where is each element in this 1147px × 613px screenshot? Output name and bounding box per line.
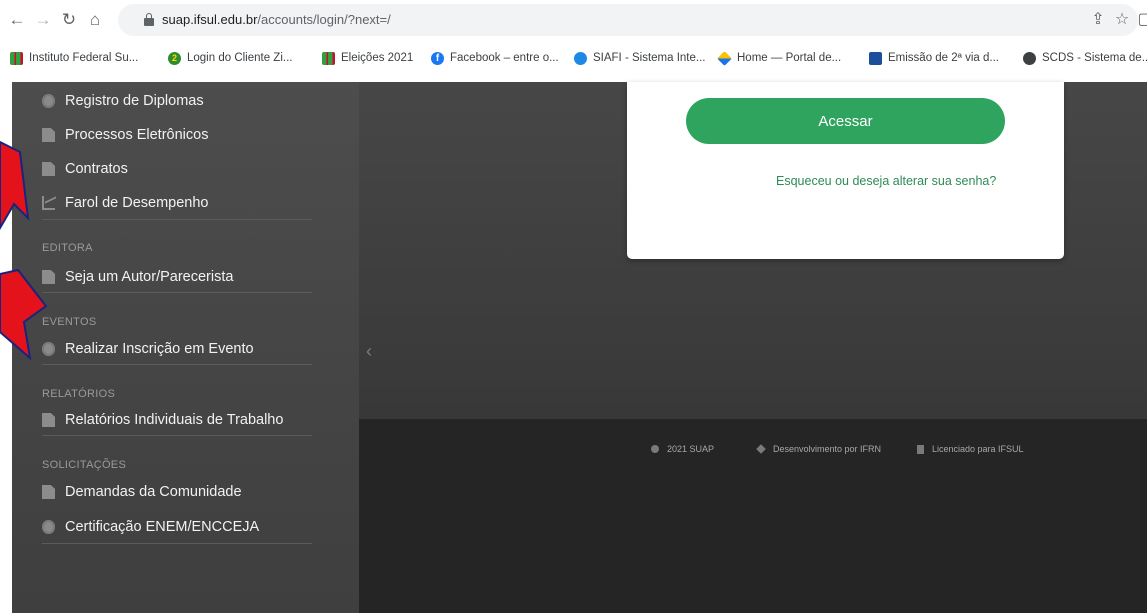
footer-copyright-text: 2021 SUAP bbox=[667, 444, 715, 454]
gov-portal-icon bbox=[717, 50, 732, 66]
sidebar-item-label: Demandas da Comunidade bbox=[65, 484, 242, 500]
sidebar-item[interactable]: Processos Eletrônicos bbox=[42, 118, 312, 152]
home-icon[interactable]: ⌂ bbox=[84, 9, 106, 31]
sidebar-item[interactable]: Farol de Desempenho bbox=[42, 186, 312, 220]
url-text[interactable]: suap.ifsul.edu.br/accounts/login/?next=/ bbox=[162, 12, 391, 27]
globe-icon bbox=[1023, 51, 1036, 65]
bookmark-label: SCDS - Sistema de... bbox=[1042, 52, 1147, 64]
gear-icon bbox=[42, 94, 55, 108]
sidebar-item[interactable]: Contratos bbox=[42, 152, 312, 186]
file-icon bbox=[917, 444, 924, 454]
url-bar[interactable]: suap.ifsul.edu.br/accounts/login/?next=/… bbox=[118, 4, 1138, 36]
sidebar-section-title: SOLICITAÇÕES bbox=[42, 459, 127, 471]
reload-icon[interactable]: ↻ bbox=[58, 9, 80, 31]
red-arrow-icon bbox=[0, 140, 30, 230]
zi-logo-icon: 2 bbox=[168, 51, 181, 65]
bookmark-item[interactable]: Instituto Federal Su... bbox=[10, 48, 138, 68]
sidebar-item-label: Registro de Diplomas bbox=[65, 93, 204, 109]
sidebar-item-label: Realizar Inscrição em Evento bbox=[65, 341, 254, 357]
url-path: /accounts/login/?next=/ bbox=[257, 12, 391, 27]
red-arrow-icon bbox=[0, 268, 48, 361]
copyright-icon bbox=[651, 445, 659, 453]
bookmark-item[interactable]: Eleições 2021 bbox=[322, 48, 413, 68]
document-icon bbox=[42, 413, 55, 427]
bookmark-label: Eleições 2021 bbox=[341, 52, 414, 64]
bookmark-label: Instituto Federal Su... bbox=[29, 52, 139, 64]
sidebar-section-title: EVENTOS bbox=[42, 316, 97, 328]
menu-divider bbox=[42, 292, 312, 293]
footer-license-text: Licenciado para IFSUL bbox=[932, 444, 1024, 454]
sidebar-item-label: Seja um Autor/Parecerista bbox=[65, 269, 234, 285]
document-icon bbox=[42, 128, 55, 142]
acessar-button[interactable]: Acessar bbox=[686, 98, 1005, 144]
back-arrow-icon[interactable]: ← bbox=[6, 9, 28, 31]
document-icon bbox=[42, 162, 55, 176]
bookmark-item[interactable]: Emissão de 2ª via d... bbox=[869, 48, 999, 68]
menu-divider bbox=[42, 364, 312, 365]
ifsul-logo-icon bbox=[10, 51, 23, 65]
footer-developer-text: Desenvolvimento por IFRN bbox=[773, 444, 882, 454]
footer-license[interactable]: Licenciado para IFSUL bbox=[917, 444, 1024, 454]
bookmark-item[interactable]: SIAFI - Sistema Inte... bbox=[574, 48, 705, 68]
address-bar-row: ← → ↻ ⌂ suap.ifsul.edu.br/accounts/login… bbox=[0, 0, 1147, 40]
sidebar-item-label: Relatórios Individuais de Trabalho bbox=[65, 412, 284, 428]
footer-developer[interactable]: Desenvolvimento por IFRN bbox=[756, 444, 882, 454]
menu-divider bbox=[42, 435, 312, 436]
chart-icon bbox=[42, 196, 55, 210]
sidebar-item[interactable]: Realizar Inscrição em Evento bbox=[42, 332, 312, 366]
suap-page: 2021 SUAP Desenvolvimento por IFRN Licen… bbox=[0, 82, 1147, 613]
page-footer: 2021 SUAP Desenvolvimento por IFRN Licen… bbox=[359, 419, 1147, 613]
gear-icon bbox=[42, 520, 55, 534]
sidebar-item[interactable]: Demandas da Comunidade bbox=[42, 475, 312, 509]
menu-divider bbox=[42, 219, 312, 220]
bookmark-label: Login do Cliente Zi... bbox=[187, 52, 293, 64]
footer-copyright: 2021 SUAP bbox=[651, 444, 714, 454]
url-host: suap.ifsul.edu.br bbox=[162, 12, 258, 27]
bookmark-label: SIAFI - Sistema Inte... bbox=[593, 52, 706, 64]
bookmark-item[interactable]: f Facebook – entre o... bbox=[431, 48, 559, 68]
sidebar-section-title: RELATÓRIOS bbox=[42, 388, 116, 400]
bookmark-label: Home — Portal de... bbox=[737, 52, 842, 64]
tab-strip-icon[interactable]: ▢ bbox=[1135, 10, 1147, 30]
bookmark-item[interactable]: Home — Portal de... bbox=[717, 48, 842, 68]
login-card: Acessar Esqueceu ou deseja alterar sua s… bbox=[627, 82, 1064, 259]
diamond-icon bbox=[756, 444, 766, 454]
browser-chrome: ← → ↻ ⌂ suap.ifsul.edu.br/accounts/login… bbox=[0, 0, 1147, 82]
sidebar-item[interactable]: Relatórios Individuais de Trabalho bbox=[42, 403, 312, 437]
bookmarks-bar: Instituto Federal Su... 2 Login do Cliente… bbox=[0, 42, 1147, 74]
menu-divider bbox=[42, 543, 312, 544]
sidebar-item-label: Certificação ENEM/ENCCEJA bbox=[65, 519, 260, 535]
share-icon[interactable]: ⇪ bbox=[1088, 10, 1108, 30]
sidebar-item-label: Contratos bbox=[65, 161, 128, 177]
sidebar-item-label: Processos Eletrônicos bbox=[65, 127, 209, 143]
document-icon bbox=[42, 485, 55, 499]
forward-arrow-icon[interactable]: → bbox=[32, 9, 54, 31]
facebook-icon: f bbox=[431, 51, 444, 65]
lock-icon[interactable] bbox=[144, 13, 154, 26]
chevron-left-icon[interactable]: ‹ bbox=[366, 342, 380, 360]
siafi-icon bbox=[574, 51, 587, 65]
bookmark-label: Emissão de 2ª via d... bbox=[888, 52, 1000, 64]
bookmark-item[interactable]: SCDS - Sistema de... bbox=[1023, 48, 1147, 68]
star-icon[interactable]: ☆ bbox=[1112, 10, 1132, 30]
sidebar-item[interactable]: Registro de Diplomas bbox=[42, 84, 312, 118]
forgot-password-link[interactable]: Esqueceu ou deseja alterar sua senha? bbox=[776, 174, 996, 188]
sidebar-item[interactable]: Certificação ENEM/ENCCEJA bbox=[42, 510, 312, 544]
sidebar-item-label: Farol de Desempenho bbox=[65, 195, 209, 211]
sidebar-item[interactable]: Seja um Autor/Parecerista bbox=[42, 260, 312, 294]
ifsul-logo-icon bbox=[322, 51, 335, 65]
emissao-icon bbox=[869, 51, 882, 65]
bookmark-label: Facebook – entre o... bbox=[450, 52, 559, 64]
bookmark-item[interactable]: 2 Login do Cliente Zi... bbox=[168, 48, 292, 68]
sidebar-section-title: EDITORA bbox=[42, 242, 93, 254]
